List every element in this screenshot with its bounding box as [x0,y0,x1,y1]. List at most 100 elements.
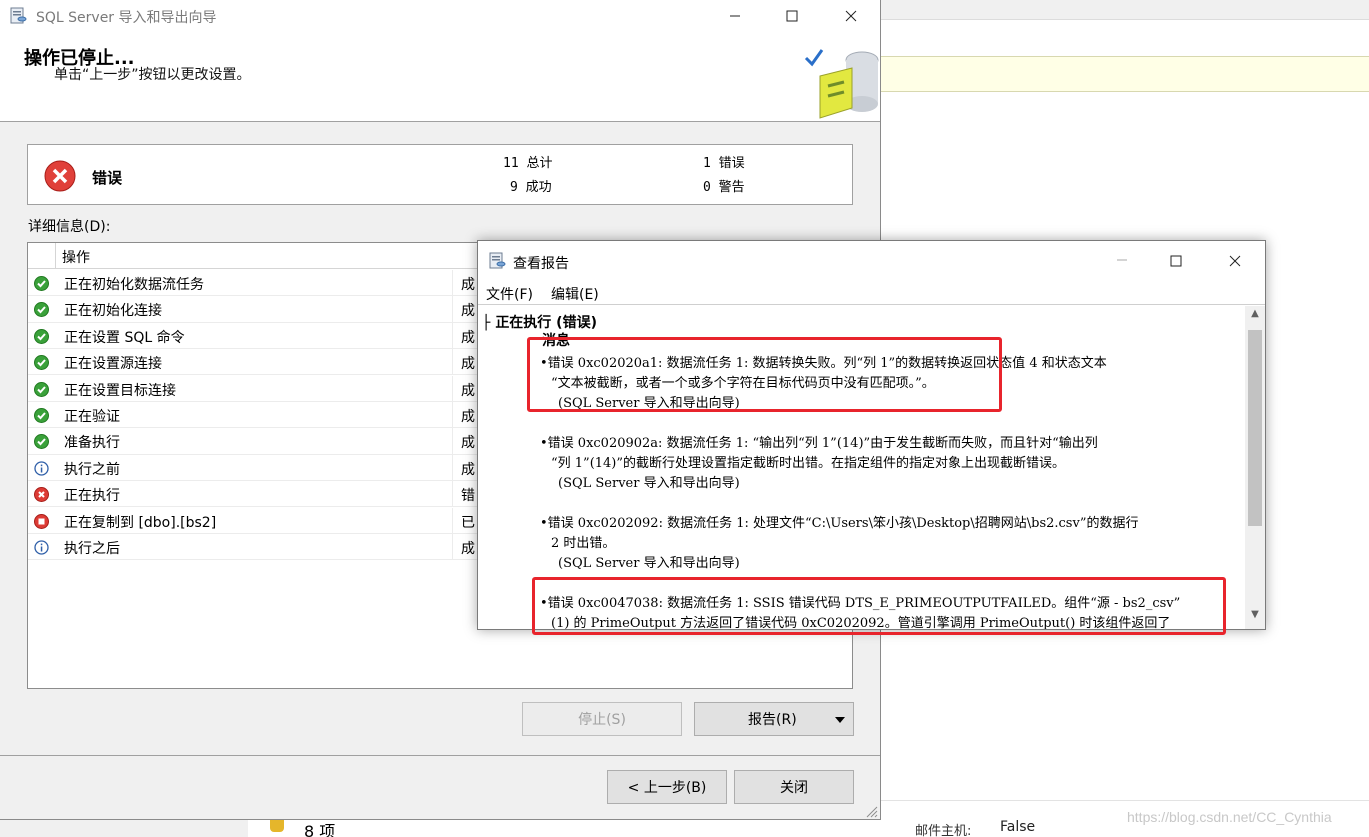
row-status: 已 [461,514,475,531]
row-divider [452,402,453,428]
report-app-icon [489,252,506,269]
row-status: 成 [461,277,475,293]
row-action: 正在设置源连接 [64,356,162,373]
row-divider [452,375,453,402]
background-info-bar [880,56,1369,92]
row-action: 正在初始化数据流任务 [64,277,204,293]
report-titlebar[interactable]: 查看报告 [478,241,1265,281]
row-status: 成 [461,303,475,320]
row-action: 正在设置目标连接 [64,382,176,399]
row-action: 正在执行 [64,488,120,505]
success-count: 9 成功 [510,180,552,195]
section-heading: ├ 正在执行 (错误) [482,312,597,332]
success-icon [34,302,49,318]
row-status: 错 [461,488,475,505]
row-status: 成 [461,356,475,373]
wizard-logo-icon [804,49,879,119]
stopped-icon [34,513,49,529]
row-divider [452,322,453,349]
wizard-titlebar[interactable]: SQL Server 导入和导出向导 [0,0,880,32]
items-count: 8 项 [304,822,336,837]
row-divider [452,270,453,296]
report-title: 查看报告 [513,256,569,272]
row-status: 成 [461,461,475,478]
back-button[interactable]: < 上一步(B) [607,770,727,804]
message-3-line-2: 2 时出错。 [551,536,616,551]
resize-grip-icon[interactable] [864,804,878,818]
grid-header-icon-column [28,243,56,269]
summary-panel: 错误 11 总计 9 成功 1 错误 0 警告 [27,144,853,205]
error-count: 1 错误 [703,156,745,171]
tree-branch-icon: ├ [482,315,496,331]
scroll-up-icon[interactable]: ▲ [1245,308,1265,326]
watermark-text: https://blog.csdn.net/CC_Cynthia [1127,809,1332,825]
maximize-icon [1170,255,1182,267]
row-divider [452,428,453,455]
row-status: 成 [461,329,475,346]
summary-status: 错误 [92,169,123,187]
row-action: 正在复制到 [dbo].[bs2] [64,514,217,531]
row-action: 正在初始化连接 [64,303,162,320]
info-icon [34,540,49,555]
message-3-line-1: •错误 0xc0202092: 数据流任务 1: 处理文件“C:\Users\笨… [540,516,1139,531]
row-divider [452,481,453,508]
message-3-source: (SQL Server 导入和导出向导) [558,556,740,571]
scrollbar-thumb[interactable] [1248,330,1262,526]
success-icon [34,408,49,423]
report-button[interactable]: 报告(R) [694,702,854,736]
section-title: 正在执行 (错误) [495,315,597,331]
success-icon [34,381,49,397]
report-minimize-button[interactable] [1099,244,1145,276]
column-header-action[interactable]: 操作 [56,243,480,269]
details-label: 详细信息(D): [28,219,111,235]
row-divider [452,507,453,534]
row-divider [452,349,453,376]
highlight-box-1 [527,337,1002,412]
success-icon [34,328,49,344]
success-icon [34,276,49,291]
menu-edit[interactable]: 编辑(E) [551,284,599,304]
report-scrollbar[interactable]: ▲ ▼ [1245,306,1265,629]
wizard-header: 操作已停止... 单击“上一步”按钮以更改设置。 [0,32,880,122]
minimize-icon [730,15,740,17]
report-close-button[interactable] [1212,245,1258,277]
error-large-icon [44,160,76,192]
row-status: 成 [461,382,475,399]
row-divider [452,534,453,560]
scroll-down-icon[interactable]: ▼ [1245,609,1265,627]
minimize-icon [1117,259,1127,261]
row-status: 成 [461,541,475,557]
success-icon [34,355,49,371]
close-button[interactable]: 关闭 [734,770,854,804]
close-icon [1229,255,1241,267]
stop-button[interactable]: 停止(S) [522,702,682,736]
dropdown-arrow-icon [835,717,845,723]
minimize-button[interactable] [712,0,758,32]
page-subtitle: 单击“上一步”按钮以更改设置。 [54,67,251,83]
report-menubar: 文件(F) 编辑(E) [478,281,1265,305]
row-action: 执行之后 [64,541,120,557]
maximize-button[interactable] [769,0,815,32]
row-action: 正在验证 [64,409,120,425]
report-maximize-button[interactable] [1153,245,1199,277]
success-icon [34,434,49,450]
row-divider [452,296,453,323]
message-2-line-2: “列 1”(14)”的截断行处理设置指定截断时出错。在指定组件的指定对象上出现截… [551,456,1066,471]
warning-count: 0 警告 [703,180,745,195]
row-action: 执行之前 [64,461,120,478]
footer-divider [0,755,880,756]
info-icon [34,461,49,476]
mail-host-label: 邮件主机: [915,824,972,837]
message-2-line-1: •错误 0xc020902a: 数据流任务 1: “输出列“列 1”(14)”由… [540,436,1098,451]
message-2-source: (SQL Server 导入和导出向导) [558,476,740,491]
mail-host-value: False [1000,819,1036,835]
row-status: 成 [461,435,475,452]
row-action: 正在设置 SQL 命令 [64,329,185,346]
total-count: 11 总计 [503,156,553,171]
menu-file[interactable]: 文件(F) [486,284,533,304]
error-icon [34,487,49,503]
close-window-button[interactable] [828,0,874,32]
background-toolbar [880,0,1369,20]
highlight-box-2 [532,577,1226,635]
maximize-icon [786,10,798,22]
